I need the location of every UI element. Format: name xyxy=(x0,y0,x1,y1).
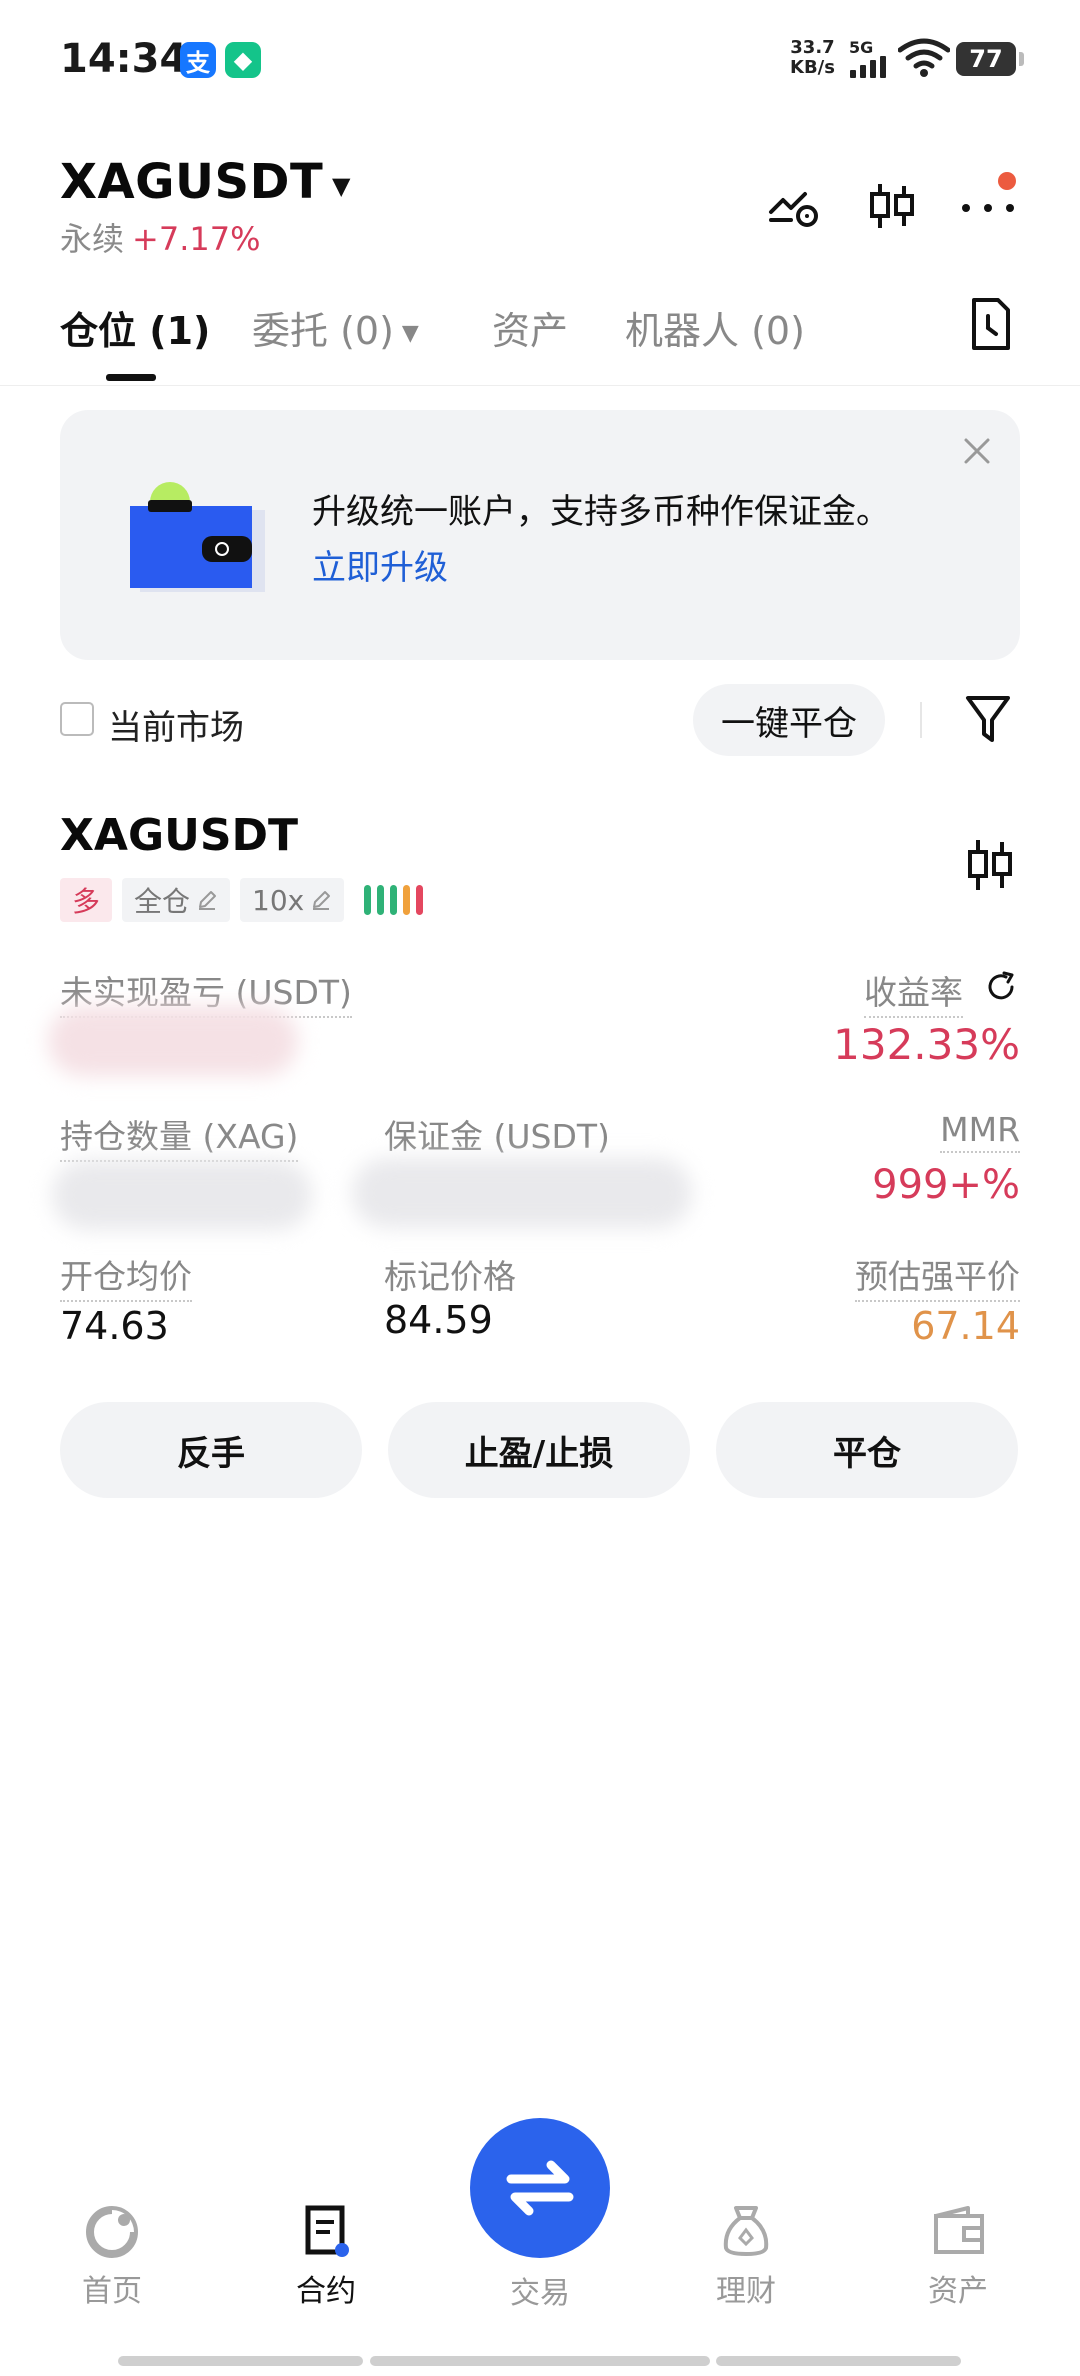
upgrade-promo-banner: 升级统一账户，支持多币种作保证金。 立即升级 xyxy=(60,410,1020,660)
home-icon xyxy=(86,2206,138,2258)
wallet-icon xyxy=(934,2206,984,2254)
liquidation-price-value: 67.14 xyxy=(911,1304,1020,1348)
nav-contract-label: 合约 xyxy=(296,2274,356,2309)
risk-bar-2 xyxy=(377,885,385,915)
edit-icon xyxy=(313,891,331,910)
status-time: 14:34 xyxy=(60,36,188,82)
tp-sl-button[interactable]: 止盈/止损 xyxy=(388,1402,690,1498)
battery-indicator: 77 xyxy=(956,42,1024,76)
status-bar: 14:34 支 ◆ 33.7 KB/s 5G 77 xyxy=(0,0,1080,120)
network-speed-value: 33.7 xyxy=(790,37,835,58)
nav-finance-label: 理财 xyxy=(716,2274,776,2309)
trend-alert-icon[interactable] xyxy=(765,176,825,236)
trade-button[interactable] xyxy=(470,2118,610,2258)
wifi-icon xyxy=(898,38,950,77)
liquidation-price-label: 预估强平价 xyxy=(855,1250,1020,1302)
entry-price-value: 74.63 xyxy=(60,1304,169,1348)
swap-arrows-icon xyxy=(506,2160,574,2216)
candlestick-chart-icon[interactable] xyxy=(862,176,922,236)
tab-bar: 仓位 (1) 委托 (0) ▼ 资产 机器人 (0) xyxy=(0,286,1080,386)
gesture-bar-segment xyxy=(370,2356,710,2366)
app-notification-icon: ◆ xyxy=(225,42,261,78)
margin-label: 保证金 (USDT) xyxy=(384,1117,610,1156)
gesture-bar-segment xyxy=(118,2356,363,2366)
contract-document-icon xyxy=(305,2205,349,2257)
risk-bar-4 xyxy=(403,885,411,915)
position-symbol: XAGUSDT xyxy=(60,810,299,861)
risk-bar-1 xyxy=(364,885,372,915)
wallet-illustration-icon xyxy=(130,482,265,592)
close-icon[interactable] xyxy=(962,436,992,466)
money-bag-icon xyxy=(723,2206,769,2257)
pair-subtitle: 永续 +7.17% xyxy=(60,214,260,260)
margin-mode-label: 全仓 xyxy=(134,885,191,918)
contract-type: 永续 xyxy=(60,220,125,258)
tab-orders-label: 委托 (0) xyxy=(252,309,394,353)
nav-home-label: 首页 xyxy=(82,2274,142,2309)
tab-assets[interactable]: 资产 xyxy=(492,300,568,355)
filter-icon[interactable] xyxy=(962,690,1014,748)
gesture-bar-segment xyxy=(716,2356,961,2366)
tab-positions[interactable]: 仓位 (1) xyxy=(60,300,210,355)
mark-price-value: 84.59 xyxy=(384,1298,493,1342)
header: XAGUSDT ▼ 永续 +7.17% xyxy=(0,140,1080,270)
cell-signal-icon xyxy=(850,56,886,78)
mmr-value: 999+% xyxy=(872,1162,1020,1208)
redacted-pnl-value xyxy=(48,1006,298,1076)
nav-finance[interactable]: 理财 xyxy=(686,2200,806,2310)
network-type: 5G xyxy=(849,38,874,57)
upgrade-now-link[interactable]: 立即升级 xyxy=(312,540,448,589)
nav-assets-label: 资产 xyxy=(928,2274,988,2309)
entry-price-label: 开仓均价 xyxy=(60,1250,192,1302)
pair-dropdown-icon[interactable]: ▼ xyxy=(332,172,350,200)
reverse-position-button[interactable]: 反手 xyxy=(60,1402,362,1498)
position-tags: 多 全仓 10x xyxy=(60,878,424,922)
filter-row: 当前市场 一键平仓 xyxy=(0,680,1080,760)
alipay-notification-icon: 支 xyxy=(180,42,216,78)
tab-orders[interactable]: 委托 (0) ▼ xyxy=(252,300,419,355)
nav-contract[interactable]: 合约 xyxy=(266,2200,386,2310)
leverage-label: 10x xyxy=(252,883,305,917)
history-document-icon[interactable] xyxy=(964,296,1016,352)
nav-trade-label: 交易 xyxy=(510,2276,570,2311)
close-all-button[interactable]: 一键平仓 xyxy=(693,684,885,756)
roe-value: 132.33% xyxy=(833,1020,1020,1069)
candlestick-chart-icon[interactable] xyxy=(960,834,1020,896)
nav-home[interactable]: 首页 xyxy=(52,2200,172,2310)
risk-bar-3 xyxy=(390,885,398,915)
risk-level-indicator xyxy=(364,885,424,915)
bottom-navigation: 首页 合约 交易 理财 资产 xyxy=(0,2100,1080,2340)
active-tab-indicator xyxy=(106,374,156,381)
nav-assets[interactable]: 资产 xyxy=(898,2200,1018,2310)
current-market-checkbox[interactable] xyxy=(60,702,94,736)
divider xyxy=(920,702,922,738)
share-refresh-icon[interactable] xyxy=(984,970,1018,1004)
network-speed-unit: KB/s xyxy=(790,57,835,78)
redacted-margin-value xyxy=(352,1158,692,1228)
leverage-badge[interactable]: 10x xyxy=(240,878,345,922)
edit-icon xyxy=(199,891,217,910)
pair-title[interactable]: XAGUSDT xyxy=(60,154,323,210)
network-speed: 33.7 KB/s xyxy=(790,38,835,78)
position-size-label: 持仓数量 (XAG) xyxy=(60,1110,299,1162)
notification-dot xyxy=(998,172,1016,190)
close-position-button[interactable]: 平仓 xyxy=(716,1402,1018,1498)
tab-bots[interactable]: 机器人 (0) xyxy=(625,300,805,355)
roe-label: 收益率 xyxy=(864,966,963,1018)
current-market-label[interactable]: 当前市场 xyxy=(108,700,244,749)
margin-mode-badge[interactable]: 全仓 xyxy=(122,878,231,922)
long-side-badge: 多 xyxy=(60,878,113,922)
risk-bar-5 xyxy=(416,885,424,915)
price-change: +7.17% xyxy=(132,220,261,258)
promo-text: 升级统一账户，支持多币种作保证金。 xyxy=(312,492,890,532)
redacted-size-value xyxy=(52,1160,312,1230)
mmr-label: MMR xyxy=(940,1110,1020,1153)
mark-price-label: 标记价格 xyxy=(384,1257,516,1296)
chevron-down-icon: ▼ xyxy=(401,321,419,346)
